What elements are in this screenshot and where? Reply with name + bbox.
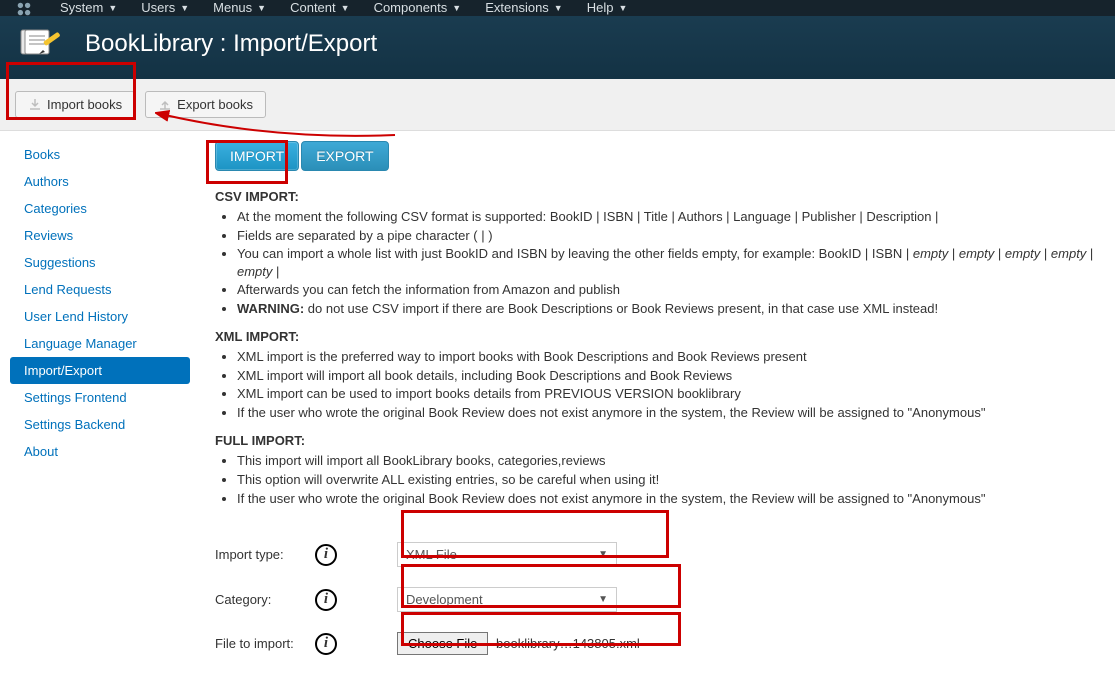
menu-components[interactable]: Components▼ — [362, 0, 474, 20]
menu-system[interactable]: System▼ — [48, 0, 129, 20]
sidebar-item-suggestions[interactable]: Suggestions — [10, 249, 190, 276]
import-icon — [28, 98, 42, 112]
xml-item: XML import is the preferred way to impor… — [237, 348, 1095, 366]
file-input-wrap: Choose File booklibrary…143805.xml — [397, 632, 640, 655]
xml-import-list: XML import is the preferred way to impor… — [215, 348, 1095, 421]
sidebar-item-reviews[interactable]: Reviews — [10, 222, 190, 249]
file-to-import-label: File to import: — [215, 636, 315, 651]
csv-item: Fields are separated by a pipe character… — [237, 227, 1095, 245]
sidebar-item-settings-backend[interactable]: Settings Backend — [10, 411, 190, 438]
csv-item: Afterwards you can fetch the information… — [237, 281, 1095, 299]
menu-extensions[interactable]: Extensions▼ — [473, 0, 575, 20]
import-books-button[interactable]: Import books — [15, 91, 135, 118]
sidebar-item-import-export[interactable]: Import/Export — [10, 357, 190, 384]
import-type-value: XML File — [406, 547, 457, 562]
choose-file-button[interactable]: Choose File — [397, 632, 488, 655]
info-icon[interactable]: i — [315, 633, 337, 655]
csv-import-list: At the moment the following CSV format i… — [215, 208, 1095, 317]
xml-item: XML import will import all book details,… — [237, 367, 1095, 385]
menu-content[interactable]: Content▼ — [278, 0, 361, 20]
info-icon[interactable]: i — [315, 544, 337, 566]
full-item: This option will overwrite ALL existing … — [237, 471, 1095, 489]
category-label: Category: — [215, 592, 315, 607]
sidebar-item-authors[interactable]: Authors — [10, 168, 190, 195]
xml-item: XML import can be used to import books d… — [237, 385, 1095, 403]
sidebar-item-categories[interactable]: Categories — [10, 195, 190, 222]
tab-export[interactable]: EXPORT — [301, 141, 388, 171]
csv-import-heading: CSV IMPORT: — [215, 189, 1095, 204]
xml-item: If the user who wrote the original Book … — [237, 404, 1095, 422]
tab-import[interactable]: IMPORT — [215, 141, 299, 171]
info-icon[interactable]: i — [315, 589, 337, 611]
menu-help[interactable]: Help▼ — [575, 0, 640, 20]
tab-row: IMPORT EXPORT — [215, 141, 1095, 171]
sidebar-item-user-lend-history[interactable]: User Lend History — [10, 303, 190, 330]
export-icon — [158, 98, 172, 112]
selected-file-name: booklibrary…143805.xml — [496, 636, 640, 651]
page-title: BookLibrary : Import/Export — [85, 30, 377, 58]
joomla-icon — [15, 0, 33, 14]
chevron-down-icon: ▼ — [598, 594, 608, 605]
category-select[interactable]: Development ▼ — [397, 587, 617, 612]
category-value: Development — [406, 592, 483, 607]
full-item: If the user who wrote the original Book … — [237, 490, 1095, 508]
csv-item: WARNING: do not use CSV import if there … — [237, 300, 1095, 318]
top-menubar: System▼ Users▼ Menus▼ Content▼ Component… — [0, 0, 1115, 16]
csv-item: You can import a whole list with just Bo… — [237, 245, 1095, 280]
full-item: This import will import all BookLibrary … — [237, 452, 1095, 470]
component-icon — [15, 24, 65, 64]
menu-menus[interactable]: Menus▼ — [201, 0, 278, 20]
sidebar-item-about[interactable]: About — [10, 438, 190, 465]
sidebar-item-lend-requests[interactable]: Lend Requests — [10, 276, 190, 303]
sidebar: Books Authors Categories Reviews Suggest… — [0, 131, 200, 695]
menu-users[interactable]: Users▼ — [129, 0, 201, 20]
toolbar: Import books Export books — [0, 79, 1115, 131]
import-type-select[interactable]: XML File ▼ — [397, 542, 617, 567]
sidebar-item-settings-frontend[interactable]: Settings Frontend — [10, 384, 190, 411]
chevron-down-icon: ▼ — [598, 549, 608, 560]
full-import-list: This import will import all BookLibrary … — [215, 452, 1095, 507]
sidebar-item-books[interactable]: Books — [10, 141, 190, 168]
sidebar-item-language-manager[interactable]: Language Manager — [10, 330, 190, 357]
full-import-heading: FULL IMPORT: — [215, 433, 1095, 448]
csv-item: At the moment the following CSV format i… — [237, 208, 1095, 226]
page-header: BookLibrary : Import/Export — [0, 16, 1115, 79]
import-type-label: Import type: — [215, 547, 315, 562]
content-area: IMPORT EXPORT CSV IMPORT: At the moment … — [200, 131, 1115, 695]
xml-import-heading: XML IMPORT: — [215, 329, 1095, 344]
export-books-button[interactable]: Export books — [145, 91, 266, 118]
